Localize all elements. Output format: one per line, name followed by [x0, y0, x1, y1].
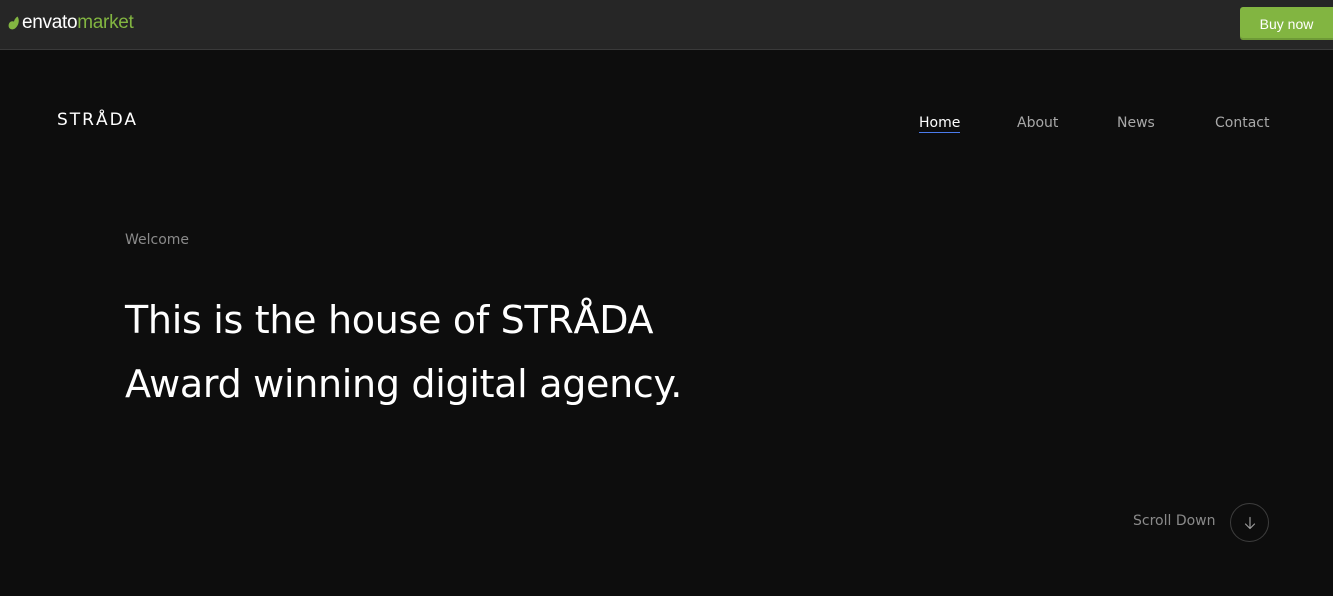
scroll-down-button[interactable]: [1230, 503, 1269, 542]
logo-word-market: market: [77, 12, 134, 33]
nav-item-news[interactable]: News: [1117, 115, 1155, 131]
nav-item-home[interactable]: Home: [919, 115, 961, 133]
nav-item-contact[interactable]: Contact: [1215, 115, 1269, 131]
arrow-down-icon: [1244, 516, 1255, 529]
envato-top-bar: envato market Buy now: [0, 0, 1333, 50]
envato-market-logo[interactable]: envato market: [8, 12, 134, 34]
scroll-down-label[interactable]: Scroll Down: [1133, 513, 1216, 529]
hero-eyebrow: Welcome: [125, 232, 190, 248]
site-brand-logo[interactable]: STRÅDA: [57, 110, 138, 130]
hero-headline-line-2: Award winning digital agency.: [125, 362, 683, 406]
hero-headline-line-1: This is the house of STRÅDA: [125, 298, 654, 342]
buy-now-button[interactable]: Buy now: [1240, 7, 1333, 40]
logo-word-envato: envato: [22, 12, 78, 33]
nav-item-about[interactable]: About: [1017, 115, 1058, 131]
envato-leaf-icon: [8, 16, 19, 30]
